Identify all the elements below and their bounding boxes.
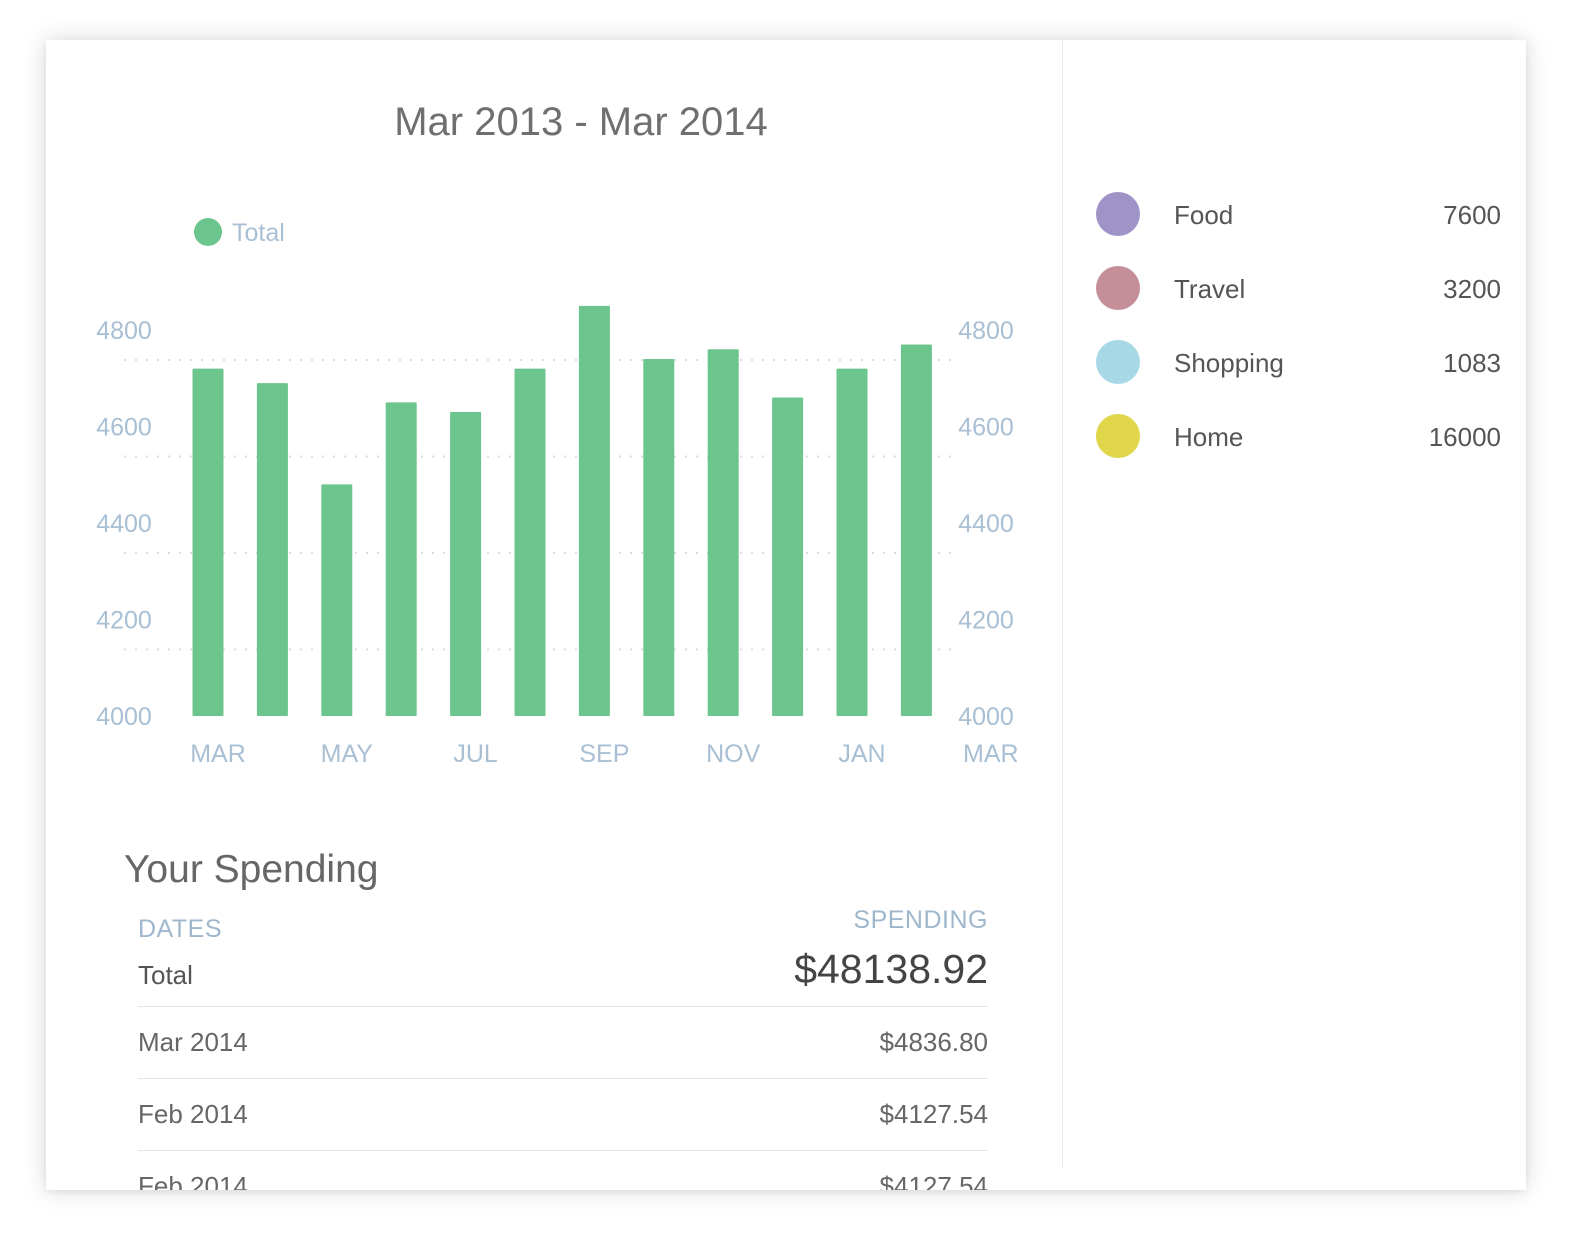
spending-table: Mar 2014 $4836.80 Feb 2014 $4127.54 Feb … (138, 1006, 988, 1190)
bar-total-3[interactable] (385, 402, 417, 716)
y-tick-label-left: 4200 (96, 607, 152, 635)
row-date: Feb 2014 (138, 1171, 248, 1190)
row-date: Mar 2014 (138, 1027, 248, 1057)
legend-label: Food (1174, 200, 1234, 230)
table-row[interactable]: Feb 2014 $4127.54 (138, 1150, 988, 1190)
legend-item-food[interactable]: Food 7600 (1096, 190, 1501, 264)
y-tick-label-left: 4800 (96, 317, 152, 345)
legend-value: 7600 (1443, 200, 1501, 230)
table-row[interactable]: Feb 2014 $4127.54 (138, 1078, 988, 1150)
legend-item-shopping[interactable]: Shopping 1083 (1096, 338, 1501, 412)
bar-total-2[interactable] (321, 484, 353, 716)
row-amount: $4836.80 (879, 1027, 988, 1057)
spending-section-title: Your Spending (124, 848, 379, 891)
y-tick-label-left: 4000 (96, 703, 152, 731)
y-tick-label-left: 4400 (96, 510, 152, 538)
travel-color-dot (1096, 266, 1140, 310)
home-color-dot (1096, 414, 1140, 458)
bar-total-1[interactable] (256, 383, 288, 716)
row-date: Feb 2014 (138, 1099, 248, 1129)
legend-label: Shopping (1174, 348, 1284, 378)
total-legend-label[interactable]: Total (232, 219, 285, 247)
x-tick-label: NOV (706, 740, 761, 768)
x-tick-label: MAY (321, 740, 374, 768)
y-tick-label-right: 4400 (958, 510, 1014, 538)
shopping-color-dot (1096, 340, 1140, 384)
x-tick-label: MAR (190, 740, 246, 768)
dates-column-header[interactable]: DATES (138, 915, 222, 944)
bar-total-0[interactable] (192, 368, 224, 716)
legend-item-home[interactable]: Home 16000 (1096, 412, 1501, 486)
spending-card: Mar 2013 - Mar 2014 4800 4800 4600 4600 4400… (46, 40, 1526, 1190)
bar-total-4[interactable] (450, 412, 482, 716)
legend-label: Home (1174, 422, 1244, 452)
row-amount: $4127.54 (879, 1171, 988, 1190)
legend-value: 3200 (1443, 274, 1501, 304)
total-label: Total (138, 960, 193, 990)
row-amount: $4127.54 (879, 1099, 988, 1129)
y-tick-label-right: 4000 (958, 703, 1014, 731)
table-row[interactable]: Mar 2014 $4836.80 (138, 1006, 988, 1078)
y-tick-label-right: 4800 (958, 317, 1014, 345)
spending-bar-chart: 4800 4800 4600 4600 4400 4400 4200 4200 4000 4000… (96, 218, 1019, 768)
bar-total-10[interactable] (836, 368, 868, 716)
bar-total-6[interactable] (578, 305, 610, 716)
y-tick-label-left: 4600 (96, 414, 152, 442)
total-value: $48138.92 (794, 946, 988, 992)
spending-column-header[interactable]: SPENDING (853, 906, 988, 935)
food-color-dot (1096, 192, 1140, 236)
panel-divider (1062, 40, 1063, 1168)
x-tick-label: JAN (838, 740, 885, 768)
bar-total-9[interactable] (772, 397, 804, 716)
bar-total-11[interactable] (900, 344, 932, 716)
legend-value: 16000 (1428, 422, 1501, 452)
legend-item-travel[interactable]: Travel 3200 (1096, 264, 1501, 338)
y-tick-label-right: 4200 (958, 607, 1014, 635)
bar-total-5[interactable] (514, 368, 546, 716)
legend-label: Travel (1174, 274, 1246, 304)
bar-total-7[interactable] (643, 358, 675, 716)
legend-value: 1083 (1443, 348, 1501, 378)
total-legend-dot (194, 218, 222, 246)
bar-total-8[interactable] (707, 349, 739, 716)
y-tick-label-right: 4600 (958, 414, 1014, 442)
x-tick-label: JUL (453, 740, 498, 768)
x-tick-label: MAR (963, 740, 1019, 768)
category-legend: Food 7600 Travel 3200 Shopping 1083 Home… (1096, 190, 1501, 486)
x-tick-label: SEP (579, 740, 629, 768)
